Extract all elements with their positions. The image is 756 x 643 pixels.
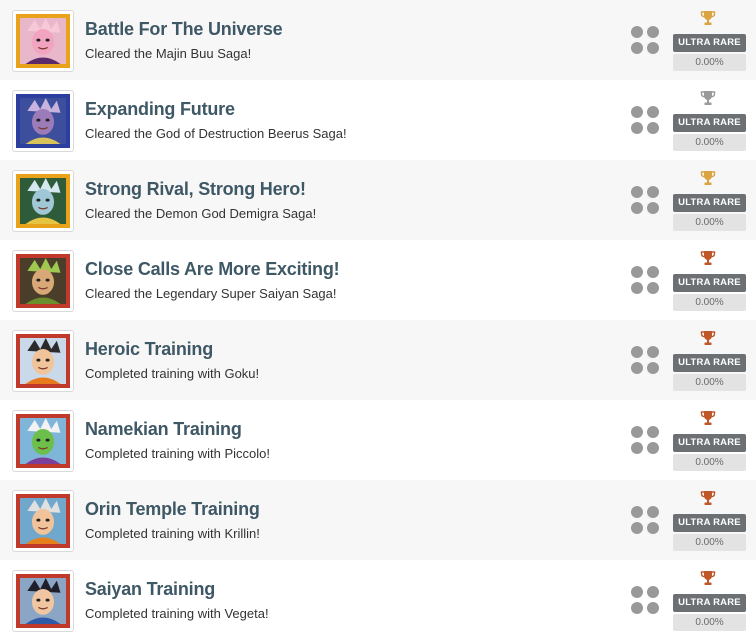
achievement-row[interactable]: Saiyan Training Completed training with …	[0, 560, 756, 640]
badge-frame	[16, 574, 70, 628]
achievement-badge	[12, 170, 74, 232]
achievement-title: Saiyan Training	[85, 579, 216, 599]
character-portrait-icon	[20, 338, 66, 384]
achievement-row[interactable]: Strong Rival, Strong Hero! Cleared the D…	[0, 160, 756, 240]
achievement-description: Cleared the Majin Buu Saga!	[85, 46, 252, 61]
gold-trophy-icon	[700, 10, 716, 26]
more-options-icon[interactable]	[630, 585, 660, 615]
badge-frame	[16, 14, 70, 68]
achievement-title: Orin Temple Training	[85, 499, 260, 519]
achievement-row[interactable]: Close Calls Are More Exciting! Cleared t…	[0, 240, 756, 320]
achievement-list: Battle For The Universe Cleared the Maji…	[0, 0, 756, 643]
badge-frame	[16, 254, 70, 308]
achievement-row[interactable]: Expanding Future Cleared the God of Dest…	[0, 80, 756, 160]
badge-frame	[16, 494, 70, 548]
rarity-label: ULTRA RARE	[673, 114, 746, 132]
rarity-label: ULTRA RARE	[673, 514, 746, 532]
rarity-label: ULTRA RARE	[673, 594, 746, 612]
unlock-percent: 0.00%	[673, 54, 746, 71]
gold-trophy-icon	[700, 170, 716, 186]
more-options-icon[interactable]	[630, 505, 660, 535]
achievement-description: Cleared the Demon God Demigra Saga!	[85, 206, 317, 221]
achievement-row[interactable]: Battle For The Universe Cleared the Maji…	[0, 0, 756, 80]
more-options-icon[interactable]	[630, 425, 660, 455]
more-options-icon[interactable]	[630, 265, 660, 295]
character-portrait-icon	[20, 18, 66, 64]
achievement-badge	[12, 250, 74, 312]
badge-frame	[16, 174, 70, 228]
unlock-percent: 0.00%	[673, 454, 746, 471]
character-portrait-icon	[20, 98, 66, 144]
bronze-trophy-icon	[700, 410, 716, 426]
character-portrait-icon	[20, 418, 66, 464]
unlock-percent: 0.00%	[673, 534, 746, 551]
achievement-description: Completed training with Krillin!	[85, 526, 260, 541]
badge-frame	[16, 94, 70, 148]
bronze-trophy-icon	[700, 330, 716, 346]
unlock-percent: 0.00%	[673, 374, 746, 391]
bronze-trophy-icon	[700, 250, 716, 266]
bronze-trophy-icon	[700, 570, 716, 586]
achievement-title: Strong Rival, Strong Hero!	[85, 179, 306, 199]
achievement-title: Battle For The Universe	[85, 19, 283, 39]
more-options-icon[interactable]	[630, 25, 660, 55]
achievement-title: Close Calls Are More Exciting!	[85, 259, 340, 279]
achievement-description: Completed training with Goku!	[85, 366, 260, 381]
achievement-badge	[12, 90, 74, 152]
character-portrait-icon	[20, 578, 66, 624]
achievement-description: Completed training with Vegeta!	[85, 606, 269, 621]
more-options-icon[interactable]	[630, 105, 660, 135]
character-portrait-icon	[20, 178, 66, 224]
achievement-title: Heroic Training	[85, 339, 214, 359]
unlock-percent: 0.00%	[673, 134, 746, 151]
rarity-label: ULTRA RARE	[673, 274, 746, 292]
unlock-percent: 0.00%	[673, 614, 746, 631]
unlock-percent: 0.00%	[673, 294, 746, 311]
rarity-label: ULTRA RARE	[673, 434, 746, 452]
rarity-label: ULTRA RARE	[673, 354, 746, 372]
achievement-description: Cleared the God of Destruction Beerus Sa…	[85, 126, 347, 141]
character-portrait-icon	[20, 258, 66, 304]
achievement-row[interactable]: Orin Temple Training Completed training …	[0, 480, 756, 560]
rarity-label: ULTRA RARE	[673, 34, 746, 52]
achievement-badge	[12, 570, 74, 632]
achievement-badge	[12, 10, 74, 72]
achievement-badge	[12, 410, 74, 472]
more-options-icon[interactable]	[630, 345, 660, 375]
achievement-row[interactable]: Namekian Training Completed training wit…	[0, 400, 756, 480]
achievement-badge	[12, 490, 74, 552]
character-portrait-icon	[20, 498, 66, 544]
more-options-icon[interactable]	[630, 185, 660, 215]
achievement-title: Namekian Training	[85, 419, 242, 439]
rarity-label: ULTRA RARE	[673, 194, 746, 212]
badge-frame	[16, 334, 70, 388]
badge-frame	[16, 414, 70, 468]
achievement-badge	[12, 330, 74, 392]
bronze-trophy-icon	[700, 490, 716, 506]
silver-trophy-icon	[700, 90, 716, 106]
unlock-percent: 0.00%	[673, 214, 746, 231]
achievement-description: Completed training with Piccolo!	[85, 446, 270, 461]
achievement-title: Expanding Future	[85, 99, 235, 119]
achievement-description: Cleared the Legendary Super Saiyan Saga!	[85, 286, 337, 301]
achievement-row[interactable]: Heroic Training Completed training with …	[0, 320, 756, 400]
